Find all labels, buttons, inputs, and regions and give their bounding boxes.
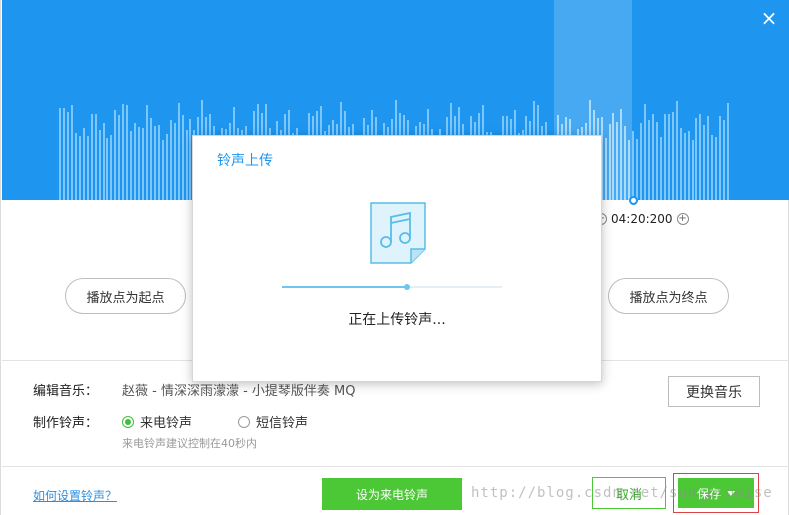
waveform-bar xyxy=(173,123,176,200)
waveform-bar xyxy=(620,109,623,200)
waveform-bar xyxy=(94,114,97,200)
waveform-bar xyxy=(70,105,73,200)
waveform-bar xyxy=(707,116,710,200)
time-value: 04:20:200 xyxy=(611,212,673,226)
waveform-bar xyxy=(74,133,77,200)
radio-icon xyxy=(238,415,250,428)
dialog-title: 铃声上传 xyxy=(217,153,273,169)
waveform-bar xyxy=(114,110,117,200)
waveform-bar xyxy=(719,116,722,200)
waveform-bar xyxy=(671,112,674,200)
help-link[interactable]: 如何设置铃声？ xyxy=(33,487,117,504)
waveform-bar xyxy=(185,130,188,200)
waveform-bar xyxy=(98,130,101,200)
waveform-bar xyxy=(102,123,105,200)
waveform-bar xyxy=(715,137,718,200)
waveform-bar xyxy=(632,131,635,200)
set-start-button[interactable]: 播放点为起点 xyxy=(65,278,186,314)
waveform-bar xyxy=(110,135,113,200)
waveform-bar xyxy=(165,134,168,200)
waveform-bar xyxy=(134,123,137,200)
waveform-bar xyxy=(130,131,133,200)
waveform-bar xyxy=(59,108,61,200)
close-icon[interactable]: × xyxy=(759,8,779,28)
waveform-bar xyxy=(723,120,726,200)
divider xyxy=(2,466,789,467)
plus-icon[interactable]: + xyxy=(676,213,689,225)
set-as-ringtone-button[interactable]: 设为来电铃声 xyxy=(322,478,462,510)
music-file-icon xyxy=(370,202,426,264)
waveform-bar xyxy=(78,136,81,200)
waveform-bar xyxy=(679,128,682,200)
time-readout: − 04:20:200 + xyxy=(595,212,689,226)
waveform-bar xyxy=(608,124,611,200)
waveform-bar xyxy=(667,114,670,200)
radio-call-ringtone[interactable]: 来电铃声 xyxy=(122,412,192,431)
waveform-bar xyxy=(651,114,654,200)
progress-fill xyxy=(282,286,408,288)
set-end-button[interactable]: 播放点为终点 xyxy=(608,278,729,314)
waveform-bar xyxy=(711,135,714,200)
waveform-bar xyxy=(683,133,686,200)
waveform-bar xyxy=(624,126,627,200)
waveform-bar xyxy=(142,128,144,200)
radio-label: 来电铃声 xyxy=(140,416,193,431)
waveform-bar xyxy=(636,139,639,200)
waveform-bar xyxy=(161,140,164,200)
waveform-bar xyxy=(138,127,141,200)
waveform-bar xyxy=(153,126,156,200)
change-music-button[interactable]: 更换音乐 xyxy=(668,376,760,407)
progress-knob xyxy=(404,284,411,290)
waveform-bar xyxy=(157,125,160,200)
radio-sms-ringtone[interactable]: 短信铃声 xyxy=(238,412,308,431)
waveform-bar xyxy=(106,138,109,200)
waveform-bar xyxy=(675,101,678,200)
waveform-bar xyxy=(616,122,619,200)
waveform-bar xyxy=(659,137,662,200)
waveform-bar xyxy=(177,103,180,200)
waveform-bar xyxy=(604,138,607,200)
waveform-bar xyxy=(63,108,65,200)
ringtone-maker-window: × − 04:20:200 + 播放点为起点 播放点为终点 编辑音乐： 赵薇 -… xyxy=(0,0,789,515)
upload-dialog: 铃声上传 正在上传铃声... xyxy=(192,135,602,382)
waveform-bar xyxy=(181,115,184,200)
radio-icon xyxy=(122,415,134,428)
watermark: http://blog.csdn.net/sun_promise xyxy=(471,485,773,501)
make-ringtone-label: 制作铃声： xyxy=(33,416,99,431)
waveform-bar xyxy=(695,118,698,200)
waveform-bar xyxy=(687,131,690,200)
waveform-bar xyxy=(90,114,93,200)
waveform-bar xyxy=(703,125,706,200)
waveform-bar xyxy=(691,140,694,200)
waveform-bar xyxy=(648,120,650,200)
waveform-bar xyxy=(118,115,121,200)
music-name: 赵薇 - 情深深雨濛濛 - 小提琴版伴奏 MQ xyxy=(122,384,356,399)
waveform-bar xyxy=(122,104,125,200)
waveform-bar xyxy=(149,118,152,200)
waveform-bar xyxy=(169,120,172,200)
waveform-bar xyxy=(126,105,129,200)
duration-hint: 来电铃声建议控制在40秒内 xyxy=(122,437,257,450)
waveform-bar xyxy=(727,103,729,200)
waveform-bar xyxy=(655,122,658,200)
waveform-bar xyxy=(66,112,69,200)
waveform-bar xyxy=(640,123,643,200)
waveform-bar xyxy=(663,114,666,200)
waveform-bar xyxy=(644,104,646,200)
waveform-bar xyxy=(628,140,631,200)
waveform-bar xyxy=(82,128,85,200)
upload-status: 正在上传铃声... xyxy=(348,312,446,328)
edit-music-label: 编辑音乐： xyxy=(33,384,99,399)
radio-label: 短信铃声 xyxy=(256,416,309,431)
waveform-bar xyxy=(699,114,702,200)
waveform-bar xyxy=(86,136,89,200)
playhead-marker[interactable] xyxy=(629,196,638,205)
waveform-bar xyxy=(146,105,148,200)
waveform-bar xyxy=(612,113,615,200)
upload-progress xyxy=(282,284,502,290)
